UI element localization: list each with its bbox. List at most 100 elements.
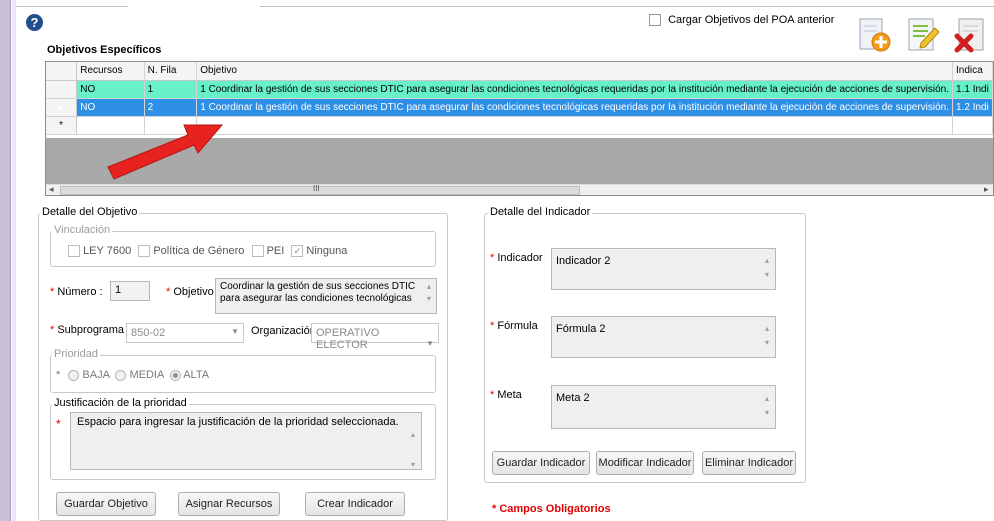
new-cell[interactable] xyxy=(196,116,954,135)
new-row-marker[interactable]: * xyxy=(46,116,78,135)
subprograma-value: 850-02 xyxy=(131,327,166,339)
justificacion-title: Justificación de la prioridad xyxy=(52,397,189,409)
cell-objetivo[interactable]: 1 Coordinar la gestión de sus secciones … xyxy=(196,98,954,117)
edit-document-icon[interactable] xyxy=(905,16,941,54)
left-border xyxy=(0,0,11,521)
justificacion-scroll-icon[interactable]: ▴ ▾ xyxy=(408,420,418,480)
chevron-down-icon: ▼ xyxy=(231,327,239,336)
meta-label: Meta xyxy=(497,389,522,401)
red-arrow-annotation xyxy=(107,124,224,180)
cell-indicador[interactable]: 1.1 Indi xyxy=(952,80,993,99)
media-radio[interactable] xyxy=(115,369,127,381)
cell-fila[interactable]: 1 xyxy=(144,80,198,99)
pei-checkbox[interactable] xyxy=(251,245,264,258)
indicador-label: Indicador xyxy=(497,252,543,264)
help-icon[interactable]: ? xyxy=(26,14,43,31)
meta-scroll-icon[interactable]: ▴ ▾ xyxy=(762,392,772,420)
ley-7600-checkbox[interactable] xyxy=(68,245,80,258)
required-marker: * xyxy=(56,369,61,381)
organizacion-label: Organización xyxy=(251,325,316,337)
delete-document-icon[interactable] xyxy=(953,16,989,54)
new-cell[interactable] xyxy=(952,116,993,135)
required-marker: * xyxy=(50,324,55,336)
baja-label: BAJA xyxy=(82,369,110,381)
ninguna-checkbox[interactable]: ✓ xyxy=(291,245,304,258)
guardar-indicador-button[interactable]: Guardar Indicador xyxy=(492,451,590,475)
cell-objetivo[interactable]: 1 Coordinar la gestión de sus secciones … xyxy=(196,80,954,99)
eliminar-indicador-button[interactable]: Eliminar Indicador xyxy=(702,451,796,475)
column-header-objetivo[interactable]: Objetivo xyxy=(196,62,954,81)
column-header-recursos[interactable]: Recursos xyxy=(76,62,145,81)
formula-scroll-icon[interactable]: ▴ ▾ xyxy=(762,322,772,350)
prioridad-title: Prioridad xyxy=(52,348,101,360)
numero-row: * Número : xyxy=(50,286,103,298)
indicador-scroll-icon[interactable]: ▴ ▾ xyxy=(762,254,772,282)
chevron-down-icon: ▼ xyxy=(426,339,434,348)
required-marker: * xyxy=(166,286,171,298)
row-header[interactable] xyxy=(46,80,78,99)
pei-label: PEI xyxy=(266,245,285,257)
subprograma-select[interactable]: 850-02 ▼ xyxy=(126,323,244,343)
asignar-recursos-button[interactable]: Asignar Recursos xyxy=(178,492,280,516)
vinculacion-options: LEY 7600 Política de Género PEI ✓ Ningun… xyxy=(68,245,347,258)
media-label: MEDIA xyxy=(129,369,164,381)
guardar-objetivo-button[interactable]: Guardar Objetivo xyxy=(56,492,156,516)
formula-label: Fórmula xyxy=(497,320,538,332)
scroll-right-icon[interactable]: ▸ xyxy=(984,184,989,195)
alta-label: ALTA xyxy=(183,369,210,381)
subprograma-label: Subprograma xyxy=(57,324,124,336)
numero-label: Número : xyxy=(57,286,103,298)
column-header-fila[interactable]: N. Fila xyxy=(144,62,198,81)
cargar-poa-checkbox[interactable] xyxy=(649,14,661,27)
add-document-icon[interactable] xyxy=(857,16,893,54)
cell-recursos[interactable]: NO xyxy=(76,80,145,99)
meta-field[interactable]: Meta 2 xyxy=(551,385,776,429)
prioridad-options: * BAJA MEDIA ALTA xyxy=(56,369,209,381)
column-header-indicador[interactable]: Indica xyxy=(952,62,993,81)
objetivo-label-row: * Objetivo xyxy=(166,286,214,298)
grid-header-row: Recursos N. Fila Objetivo Indica xyxy=(46,62,993,81)
scroll-thumb-grip: III xyxy=(313,184,320,193)
required-marker: * xyxy=(56,417,61,431)
detalle-objetivo-title: Detalle del Objetivo xyxy=(40,206,140,218)
indicador-row: * Indicador xyxy=(490,252,543,264)
required-marker: * xyxy=(490,389,495,401)
indicador-field[interactable]: Indicador 2 xyxy=(551,248,776,290)
formula-row: * Fórmula xyxy=(490,320,538,332)
numero-field[interactable]: 1 xyxy=(110,281,150,301)
politica-genero-label: Política de Género xyxy=(153,245,245,257)
alta-radio[interactable] xyxy=(169,369,181,381)
objetivo-label: Objetivo xyxy=(173,286,214,298)
baja-radio[interactable] xyxy=(68,369,80,381)
required-marker: * xyxy=(490,320,495,332)
cargar-poa-option[interactable]: Cargar Objetivos del POA anterior xyxy=(649,14,835,27)
required-marker: * xyxy=(50,286,55,298)
subprograma-row: * Subprograma xyxy=(50,324,124,336)
justificacion-field[interactable]: Espacio para ingresar la justificación d… xyxy=(70,412,422,470)
cargar-poa-label: Cargar Objetivos del POA anterior xyxy=(668,14,835,26)
ley-7600-label: LEY 7600 xyxy=(83,245,132,257)
current-row-marker[interactable]: ▸ xyxy=(46,98,78,117)
crear-indicador-button[interactable]: Crear Indicador xyxy=(305,492,405,516)
left-border-inner xyxy=(12,0,16,521)
objetivo-field[interactable]: Coordinar la gestión de sus secciones DT… xyxy=(215,278,437,314)
section-title: Objetivos Específicos xyxy=(47,44,162,56)
cell-fila[interactable]: 2 xyxy=(144,98,198,117)
required-marker: * xyxy=(490,252,495,264)
modificar-indicador-button[interactable]: Modificar Indicador xyxy=(596,451,694,475)
tab-gap xyxy=(128,4,260,8)
cell-indicador[interactable]: 1.2 Indi xyxy=(952,98,993,117)
vinculacion-title: Vinculación xyxy=(52,224,113,236)
organizacion-select[interactable]: OPERATIVO ELECTOR ▼ xyxy=(311,323,439,351)
campos-obligatorios-note: * Campos Obligatorios xyxy=(492,503,611,515)
cell-recursos[interactable]: NO xyxy=(76,98,145,117)
scrollbar-thumb[interactable]: III xyxy=(60,184,580,195)
row-header-corner xyxy=(46,62,78,81)
objetivo-scroll-icon[interactable]: ▴ ▾ xyxy=(424,281,434,305)
scroll-left-icon[interactable]: ◂ xyxy=(49,184,54,195)
politica-genero-checkbox[interactable] xyxy=(138,245,151,258)
table-row-selected[interactable]: ▸ NO 2 1 Coordinar la gestión de sus sec… xyxy=(46,98,993,117)
formula-field[interactable]: Fórmula 2 xyxy=(551,316,776,358)
table-row[interactable]: NO 1 1 Coordinar la gestión de sus secci… xyxy=(46,80,993,99)
detalle-indicador-title: Detalle del Indicador xyxy=(488,206,593,218)
